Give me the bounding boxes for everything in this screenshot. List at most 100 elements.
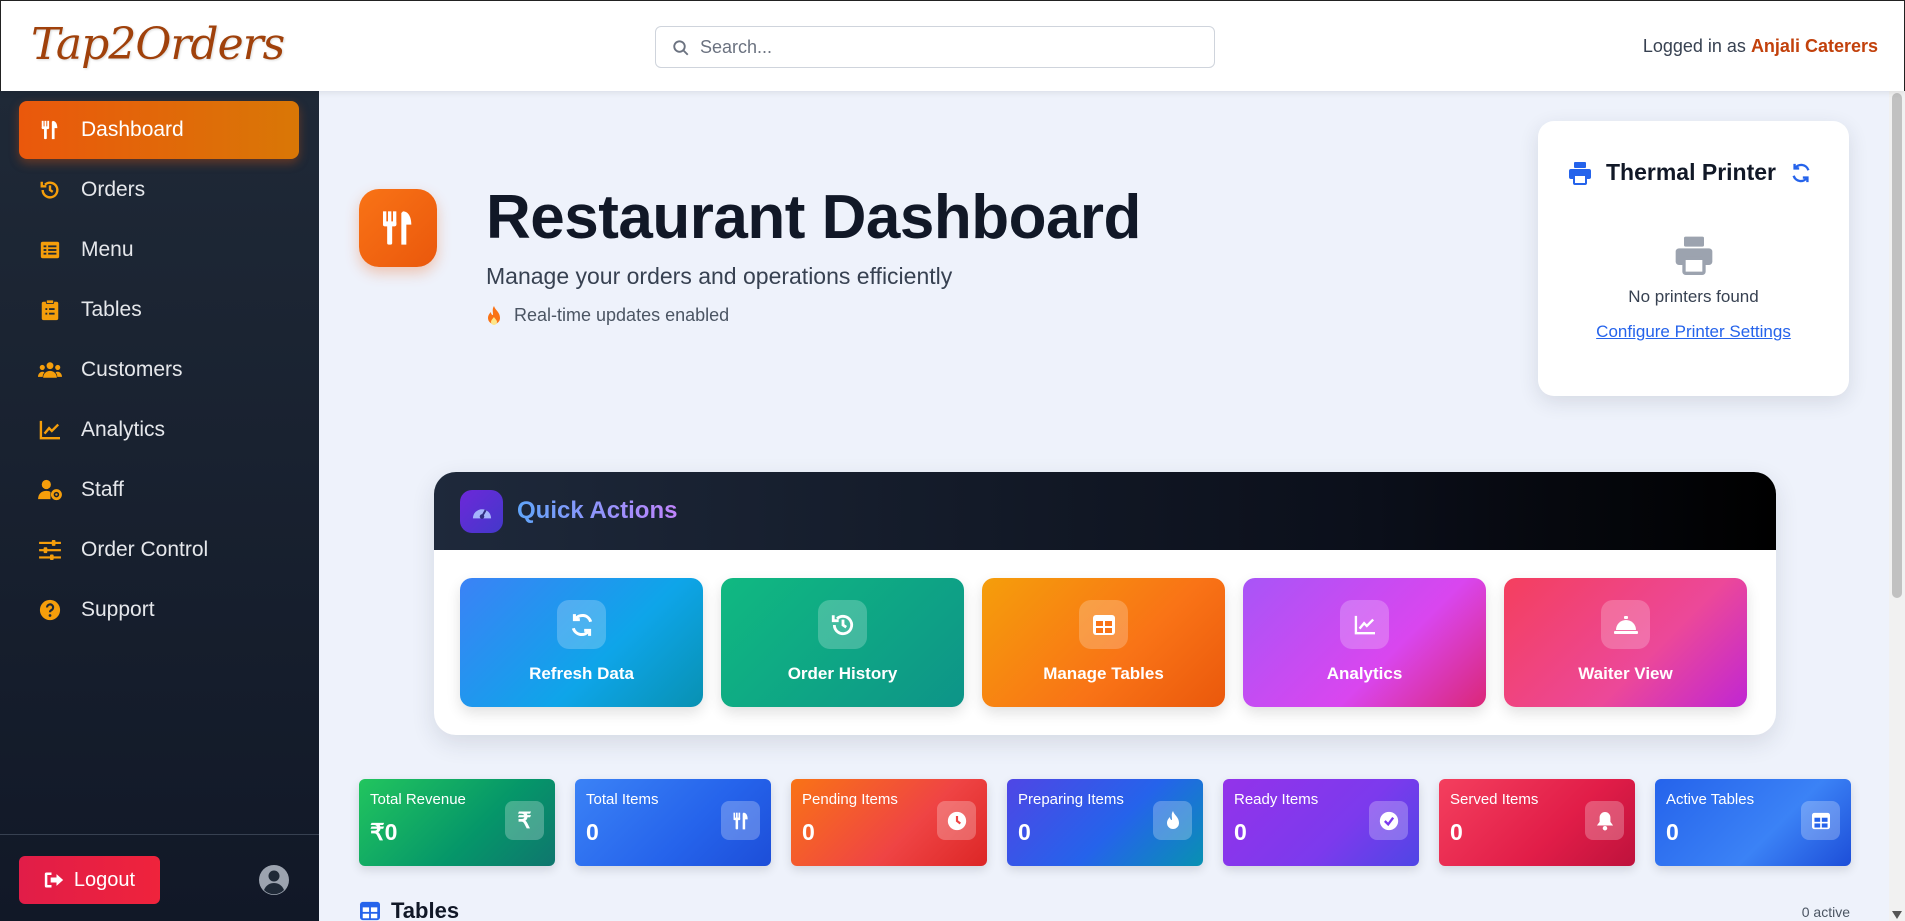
app-logo[interactable]: Tap2Orders xyxy=(31,19,285,70)
quick-actions-title: Quick Actions xyxy=(517,497,678,524)
stat-active-tables: Active Tables 0 xyxy=(1655,779,1851,866)
stat-label: Preparing Items xyxy=(1018,791,1124,808)
search-input[interactable] xyxy=(700,27,1200,67)
printer-header: Thermal Printer xyxy=(1568,159,1812,186)
tables-section-title: Tables xyxy=(391,898,460,921)
utensils-icon xyxy=(721,801,760,840)
scroll-down-arrow-icon[interactable] xyxy=(1892,911,1902,919)
printer-icon xyxy=(1569,161,1591,185)
sign-out-icon xyxy=(44,872,64,888)
stat-total-revenue: Total Revenue ₹0 ₹ xyxy=(359,779,555,866)
user-avatar-icon[interactable] xyxy=(258,864,290,896)
quick-actions-panel: Quick Actions Refresh Data Order History… xyxy=(434,472,1776,735)
clock-icon xyxy=(937,801,976,840)
clipboard-icon xyxy=(38,298,62,322)
concierge-bell-icon xyxy=(1601,600,1650,649)
refresh-data-button[interactable]: Refresh Data xyxy=(460,578,703,707)
manage-tables-label: Manage Tables xyxy=(1043,664,1164,683)
fire-icon xyxy=(1153,801,1192,840)
stat-value: 0 xyxy=(1018,819,1031,845)
logout-label: Logout xyxy=(73,868,136,891)
sidebar-item-label: Customers xyxy=(81,358,183,381)
history-icon xyxy=(38,178,62,202)
waiter-view-button[interactable]: Waiter View xyxy=(1504,578,1747,707)
refresh-data-label: Refresh Data xyxy=(529,664,634,683)
history-icon xyxy=(818,600,867,649)
stat-total-items: Total Items 0 xyxy=(575,779,771,866)
stat-label: Active Tables xyxy=(1666,791,1755,808)
table-icon xyxy=(360,901,380,921)
printer-status: No printers found xyxy=(1628,287,1759,306)
sidebar-item-order-control[interactable]: Order Control xyxy=(19,521,299,579)
sidebar-item-label: Analytics xyxy=(81,418,166,441)
stat-label: Total Revenue xyxy=(370,791,466,808)
sidebar-item-support[interactable]: Support xyxy=(19,581,299,639)
rupee-icon: ₹ xyxy=(505,801,544,840)
sidebar-item-label: Orders xyxy=(81,178,146,201)
sidebar-item-dashboard[interactable]: Dashboard xyxy=(19,101,299,159)
stat-label: Ready Items xyxy=(1234,791,1319,808)
page-scrollbar[interactable] xyxy=(1889,91,1905,921)
stat-value: 0 xyxy=(1666,819,1679,845)
manage-tables-button[interactable]: Manage Tables xyxy=(982,578,1225,707)
stat-value: ₹0 xyxy=(370,819,398,845)
page-title: Restaurant Dashboard xyxy=(486,183,1141,252)
stat-value: 0 xyxy=(1234,819,1247,845)
stat-pending-items: Pending Items 0 xyxy=(791,779,987,866)
sidebar-item-label: Dashboard xyxy=(81,118,184,141)
table-icon xyxy=(1801,801,1840,840)
sidebar-item-analytics[interactable]: Analytics xyxy=(19,401,299,459)
stat-ready-items: Ready Items 0 xyxy=(1223,779,1419,866)
page-subtitle: Manage your orders and operations effici… xyxy=(486,263,953,289)
sidebar-item-customers[interactable]: Customers xyxy=(19,341,299,399)
top-header: Tap2Orders Logged in as Anjali Caterers xyxy=(0,0,1905,91)
stat-value: 0 xyxy=(586,819,599,845)
fire-icon xyxy=(488,305,500,325)
table-icon xyxy=(1079,600,1128,649)
thermal-printer-card: Thermal Printer No printers found Config… xyxy=(1538,121,1849,396)
sidebar-item-tables[interactable]: Tables xyxy=(19,281,299,339)
tables-section-header: Tables xyxy=(359,898,459,921)
realtime-label: Real-time updates enabled xyxy=(514,305,730,325)
users-icon xyxy=(38,358,62,382)
order-history-button[interactable]: Order History xyxy=(721,578,964,707)
analytics-label: Analytics xyxy=(1326,664,1403,683)
gauge-icon xyxy=(460,490,503,533)
sidebar-item-label: Menu xyxy=(81,238,134,261)
stat-served-items: Served Items 0 xyxy=(1439,779,1635,866)
printer-large-icon xyxy=(1674,235,1714,280)
sidebar-item-orders[interactable]: Orders xyxy=(19,161,299,219)
refresh-icon xyxy=(557,600,606,649)
sidebar-item-staff[interactable]: Staff xyxy=(19,461,299,519)
chart-line-icon xyxy=(1340,600,1389,649)
configure-printer-link[interactable]: Configure Printer Settings xyxy=(1538,322,1849,342)
search-box[interactable] xyxy=(655,26,1215,68)
refresh-icon[interactable] xyxy=(1790,162,1812,184)
sidebar-item-label: Staff xyxy=(81,478,124,501)
sidebar-item-label: Tables xyxy=(81,298,142,321)
analytics-button[interactable]: Analytics xyxy=(1243,578,1486,707)
sidebar: Dashboard Orders Menu Tables Customers A… xyxy=(0,91,319,921)
stat-preparing-items: Preparing Items 0 xyxy=(1007,779,1203,866)
check-circle-icon xyxy=(1369,801,1408,840)
stat-label: Served Items xyxy=(1450,791,1539,808)
login-user: Anjali Caterers xyxy=(1750,36,1878,56)
user-gear-icon xyxy=(38,478,62,502)
order-history-label: Order History xyxy=(787,664,898,683)
printer-title: Thermal Printer xyxy=(1606,159,1776,185)
stat-label: Total Items xyxy=(586,791,659,808)
question-circle-icon xyxy=(38,598,62,622)
logout-button[interactable]: Logout xyxy=(19,856,160,904)
tables-active-count: 0 active xyxy=(1801,904,1850,920)
realtime-status: Real-time updates enabled xyxy=(486,305,729,326)
stat-value: 0 xyxy=(1450,819,1463,845)
list-icon xyxy=(38,238,62,262)
waiter-view-label: Waiter View xyxy=(1578,664,1673,683)
login-prefix: Logged in as xyxy=(1642,36,1746,56)
scrollbar-thumb[interactable] xyxy=(1892,93,1902,598)
chart-line-icon xyxy=(38,418,62,442)
stat-label: Pending Items xyxy=(802,791,898,808)
sidebar-item-menu[interactable]: Menu xyxy=(19,221,299,279)
stat-value: 0 xyxy=(802,819,815,845)
login-info: Logged in as Anjali Caterers xyxy=(1643,36,1878,57)
